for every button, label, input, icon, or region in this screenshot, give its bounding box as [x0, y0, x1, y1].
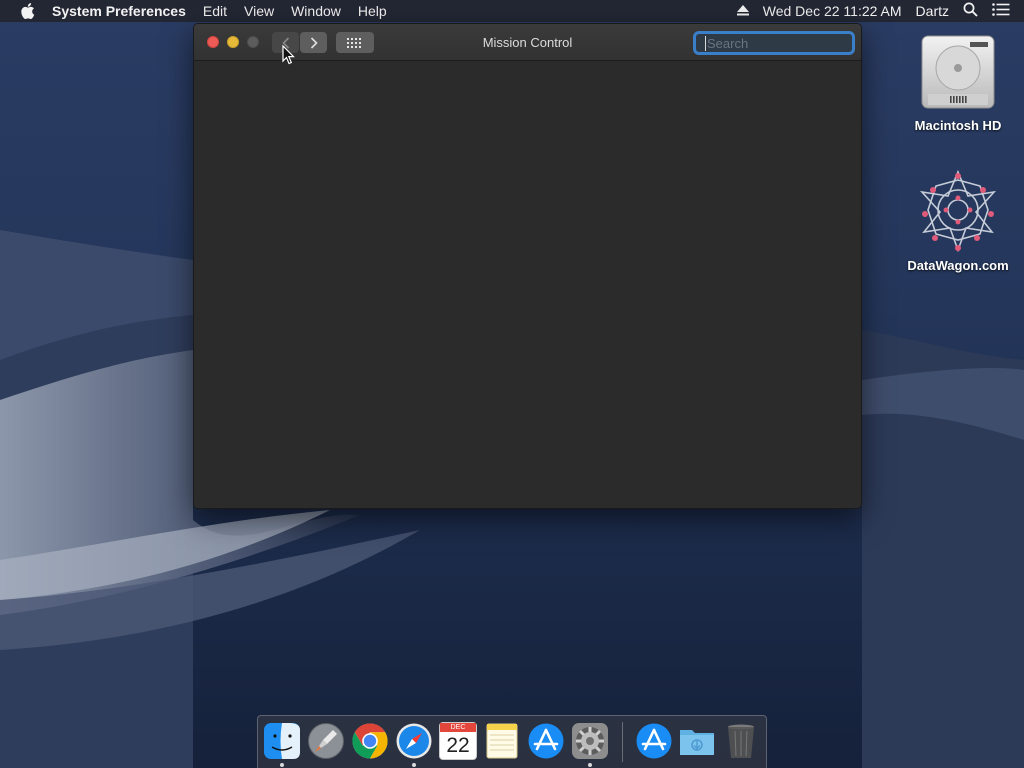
- launchpad-icon[interactable]: [307, 722, 345, 760]
- notes-icon[interactable]: [483, 722, 521, 760]
- window-content: [194, 62, 861, 508]
- menu-help[interactable]: Help: [358, 0, 387, 22]
- menu-user[interactable]: Dartz: [916, 3, 949, 19]
- running-indicator: [412, 763, 416, 767]
- hard-drive-icon: [921, 35, 995, 109]
- desktop-icon-label: DataWagon.com: [907, 258, 1009, 273]
- notification-center-icon[interactable]: [992, 3, 1010, 19]
- calendar-month: DEC: [440, 723, 476, 732]
- apple-menu-icon[interactable]: [18, 0, 38, 22]
- calendar-icon[interactable]: DEC 22: [439, 722, 477, 760]
- chrome-icon[interactable]: [351, 722, 389, 760]
- system-preferences-icon[interactable]: [571, 722, 609, 760]
- datawagon-logo-icon: [919, 169, 997, 252]
- running-indicator: [280, 763, 284, 767]
- trash-icon[interactable]: [722, 722, 760, 760]
- desktop-icon-datawagon[interactable]: DataWagon.com: [903, 168, 1013, 273]
- menu-clock[interactable]: Wed Dec 22 11:22 AM: [763, 3, 902, 19]
- minimize-button[interactable]: [227, 36, 239, 48]
- menu-view[interactable]: View: [244, 0, 274, 22]
- menu-edit[interactable]: Edit: [203, 0, 227, 22]
- app-store-icon[interactable]: [635, 722, 673, 760]
- desktop-icon-macintosh-hd[interactable]: Macintosh HD: [903, 32, 1013, 133]
- forward-button[interactable]: [300, 32, 327, 53]
- calendar-day: 22: [446, 734, 470, 757]
- dock: DEC 22: [257, 715, 767, 768]
- desktop-icon-label: Macintosh HD: [914, 118, 1002, 133]
- spotlight-search-icon[interactable]: [963, 2, 978, 20]
- menu-bar-extras: Wed Dec 22 11:22 AM Dartz: [736, 0, 1024, 22]
- finder-icon[interactable]: [263, 722, 301, 760]
- chevron-right-icon: [310, 36, 318, 49]
- close-button[interactable]: [207, 36, 219, 48]
- running-indicator: [588, 763, 592, 767]
- app-store-icon[interactable]: [527, 722, 565, 760]
- show-all-button[interactable]: [336, 32, 374, 53]
- mouse-cursor-icon: [282, 45, 295, 65]
- safari-icon[interactable]: [395, 722, 433, 760]
- dock-separator: [622, 722, 623, 762]
- menu-window[interactable]: Window: [291, 0, 341, 22]
- search-input[interactable]: [705, 35, 861, 51]
- mission-control-window: Mission Control: [193, 23, 862, 509]
- menu-app-name[interactable]: System Preferences: [52, 0, 186, 22]
- search-field[interactable]: [693, 31, 861, 55]
- menu-bar: System Preferences Edit View Window Help…: [0, 0, 1024, 22]
- zoom-button[interactable]: [247, 36, 259, 48]
- downloads-folder-icon[interactable]: [678, 722, 716, 760]
- eject-icon[interactable]: [736, 3, 749, 19]
- grid-icon: [347, 37, 361, 48]
